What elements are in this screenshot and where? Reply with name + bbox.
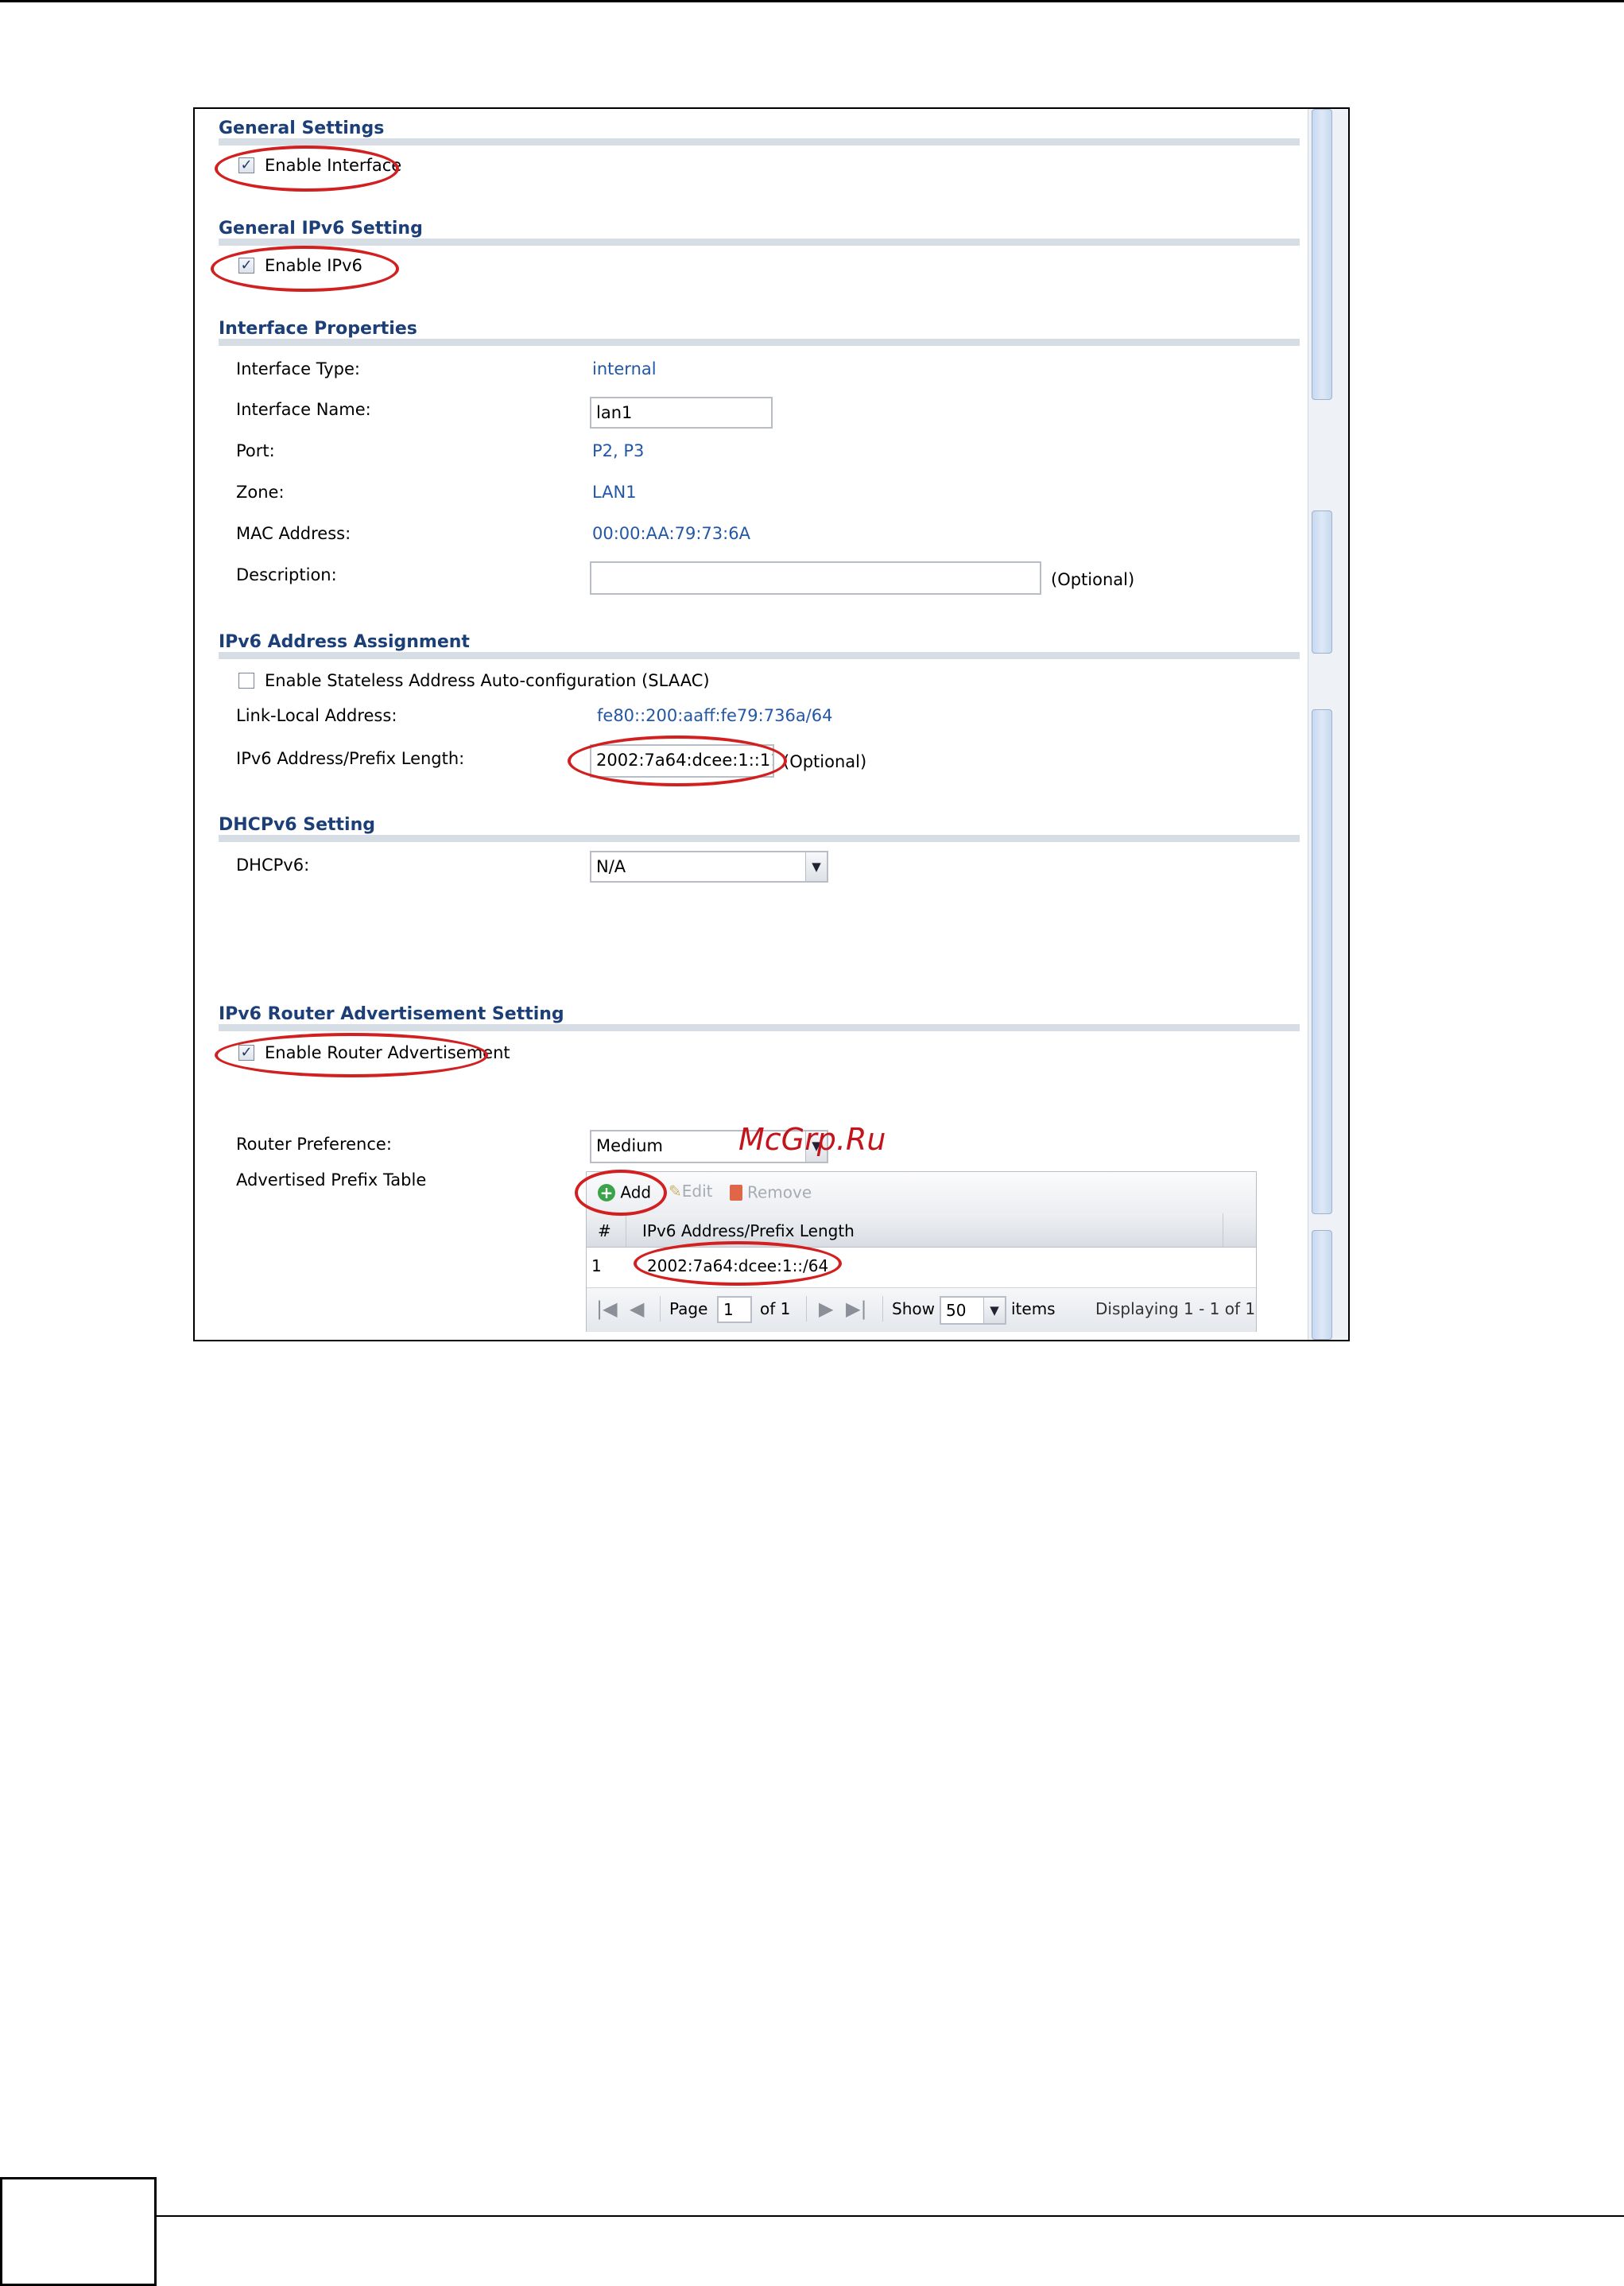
pagination-divider — [806, 1296, 807, 1322]
highlight-ring — [568, 735, 787, 786]
section-divider — [219, 835, 1300, 842]
section-divider — [219, 138, 1300, 146]
table-header: # IPv6 Address/Prefix Length — [587, 1213, 1256, 1248]
pagination-divider — [660, 1296, 661, 1322]
scrollbar-thumb[interactable] — [1312, 510, 1332, 654]
displaying-count: Displaying 1 - 1 of 1 — [1095, 1299, 1256, 1318]
scrollbar-thumb[interactable] — [1312, 709, 1332, 1214]
interface-type-value: internal — [592, 359, 657, 378]
interface-name-input[interactable]: lan1 — [590, 397, 773, 429]
first-page-icon[interactable]: |◀ — [596, 1298, 618, 1320]
description-input[interactable] — [590, 561, 1041, 595]
page-size-select[interactable]: 50 ▼ — [940, 1296, 1006, 1325]
page-number-input[interactable]: 1 — [717, 1296, 752, 1323]
section-title-router-advertisement: IPv6 Router Advertisement Setting — [219, 1004, 564, 1024]
dhcpv6-select[interactable]: N/A ▼ — [590, 851, 828, 883]
interface-type-label: Interface Type: — [236, 359, 361, 378]
next-page-icon[interactable]: ▶ — [819, 1298, 833, 1320]
table-pagination: |◀ ◀ Page 1 of 1 ▶ ▶| Show 50 ▼ items Di… — [587, 1287, 1256, 1332]
highlight-ring — [575, 1170, 667, 1216]
slaac-label: Enable Stateless Address Auto-configurat… — [265, 671, 710, 690]
pagination-divider — [882, 1296, 883, 1322]
dhcpv6-selected-value: N/A — [596, 857, 626, 876]
remove-button-label: Remove — [747, 1182, 812, 1202]
ipv6-prefix-label: IPv6 Address/Prefix Length: — [236, 749, 465, 768]
table-toolbar: + Add ✎Edit Remove — [587, 1172, 1256, 1214]
chevron-down-icon[interactable]: ▼ — [805, 852, 827, 881]
interface-edit-form: General Settings ✓ Enable Interface Gene… — [195, 109, 1308, 1340]
section-title-general-ipv6: General IPv6 Setting — [219, 219, 423, 239]
trash-icon — [730, 1184, 742, 1201]
edit-button-label: Edit — [681, 1182, 713, 1201]
mac-address-label: MAC Address: — [236, 524, 351, 543]
section-title-dhcpv6: DHCPv6 Setting — [219, 815, 376, 835]
highlight-ring — [215, 146, 399, 192]
edit-button[interactable]: ✎Edit — [669, 1182, 713, 1201]
highlight-ring — [211, 246, 399, 292]
section-title-ipv6-address-assignment: IPv6 Address Assignment — [219, 632, 470, 652]
section-divider — [219, 339, 1300, 346]
section-title-general-settings: General Settings — [219, 118, 385, 138]
ipv6-prefix-optional-hint: (Optional) — [783, 752, 867, 771]
mac-address-value: 00:00:AA:79:73:6A — [592, 524, 750, 543]
description-label: Description: — [236, 565, 337, 584]
port-label: Port: — [236, 441, 275, 460]
page-top-rule — [0, 0, 1624, 2]
link-local-value: fe80::200:aaff:fe79:736a/64 — [597, 706, 833, 725]
page-count: of 1 — [760, 1299, 791, 1318]
slaac-checkbox[interactable]: ✓ — [238, 673, 254, 689]
column-header-number: # — [598, 1221, 611, 1240]
link-local-label: Link-Local Address: — [236, 706, 397, 725]
page-number-box — [0, 2177, 157, 2286]
watermark: McGrp.Ru — [738, 1122, 886, 1157]
zone-label: Zone: — [236, 483, 285, 502]
zone-value: LAN1 — [592, 483, 637, 502]
section-divider — [219, 239, 1300, 246]
remove-button[interactable]: Remove — [730, 1182, 812, 1202]
footer-rule — [157, 2215, 1624, 2217]
items-label: items — [1011, 1299, 1056, 1318]
column-header-prefix[interactable]: IPv6 Address/Prefix Length — [642, 1221, 855, 1240]
screenshot-frame: General Settings ✓ Enable Interface Gene… — [193, 107, 1350, 1341]
highlight-ring — [215, 1033, 488, 1077]
advertised-prefix-table-label: Advertised Prefix Table — [236, 1170, 427, 1190]
row-number: 1 — [591, 1256, 602, 1275]
dhcpv6-label: DHCPv6: — [236, 856, 310, 875]
page-label: Page — [669, 1299, 708, 1318]
chevron-down-icon[interactable]: ▼ — [983, 1298, 1005, 1323]
router-preference-label: Router Preference: — [236, 1135, 392, 1154]
router-preference-selected-value: Medium — [596, 1136, 663, 1155]
section-divider — [219, 1024, 1300, 1031]
description-optional-hint: (Optional) — [1051, 570, 1135, 589]
show-label: Show — [892, 1299, 935, 1318]
interface-name-label: Interface Name: — [236, 400, 371, 419]
scrollbar-thumb[interactable] — [1312, 1230, 1332, 1340]
section-title-interface-properties: Interface Properties — [219, 319, 417, 339]
prev-page-icon[interactable]: ◀ — [630, 1298, 644, 1320]
scrollbar-thumb[interactable] — [1312, 109, 1332, 400]
page-size-value: 50 — [946, 1301, 967, 1320]
highlight-ring — [634, 1241, 842, 1286]
port-value: P2, P3 — [592, 441, 645, 460]
edit-icon: ✎ — [669, 1182, 682, 1201]
section-divider — [219, 652, 1300, 659]
last-page-icon[interactable]: ▶| — [846, 1298, 867, 1320]
